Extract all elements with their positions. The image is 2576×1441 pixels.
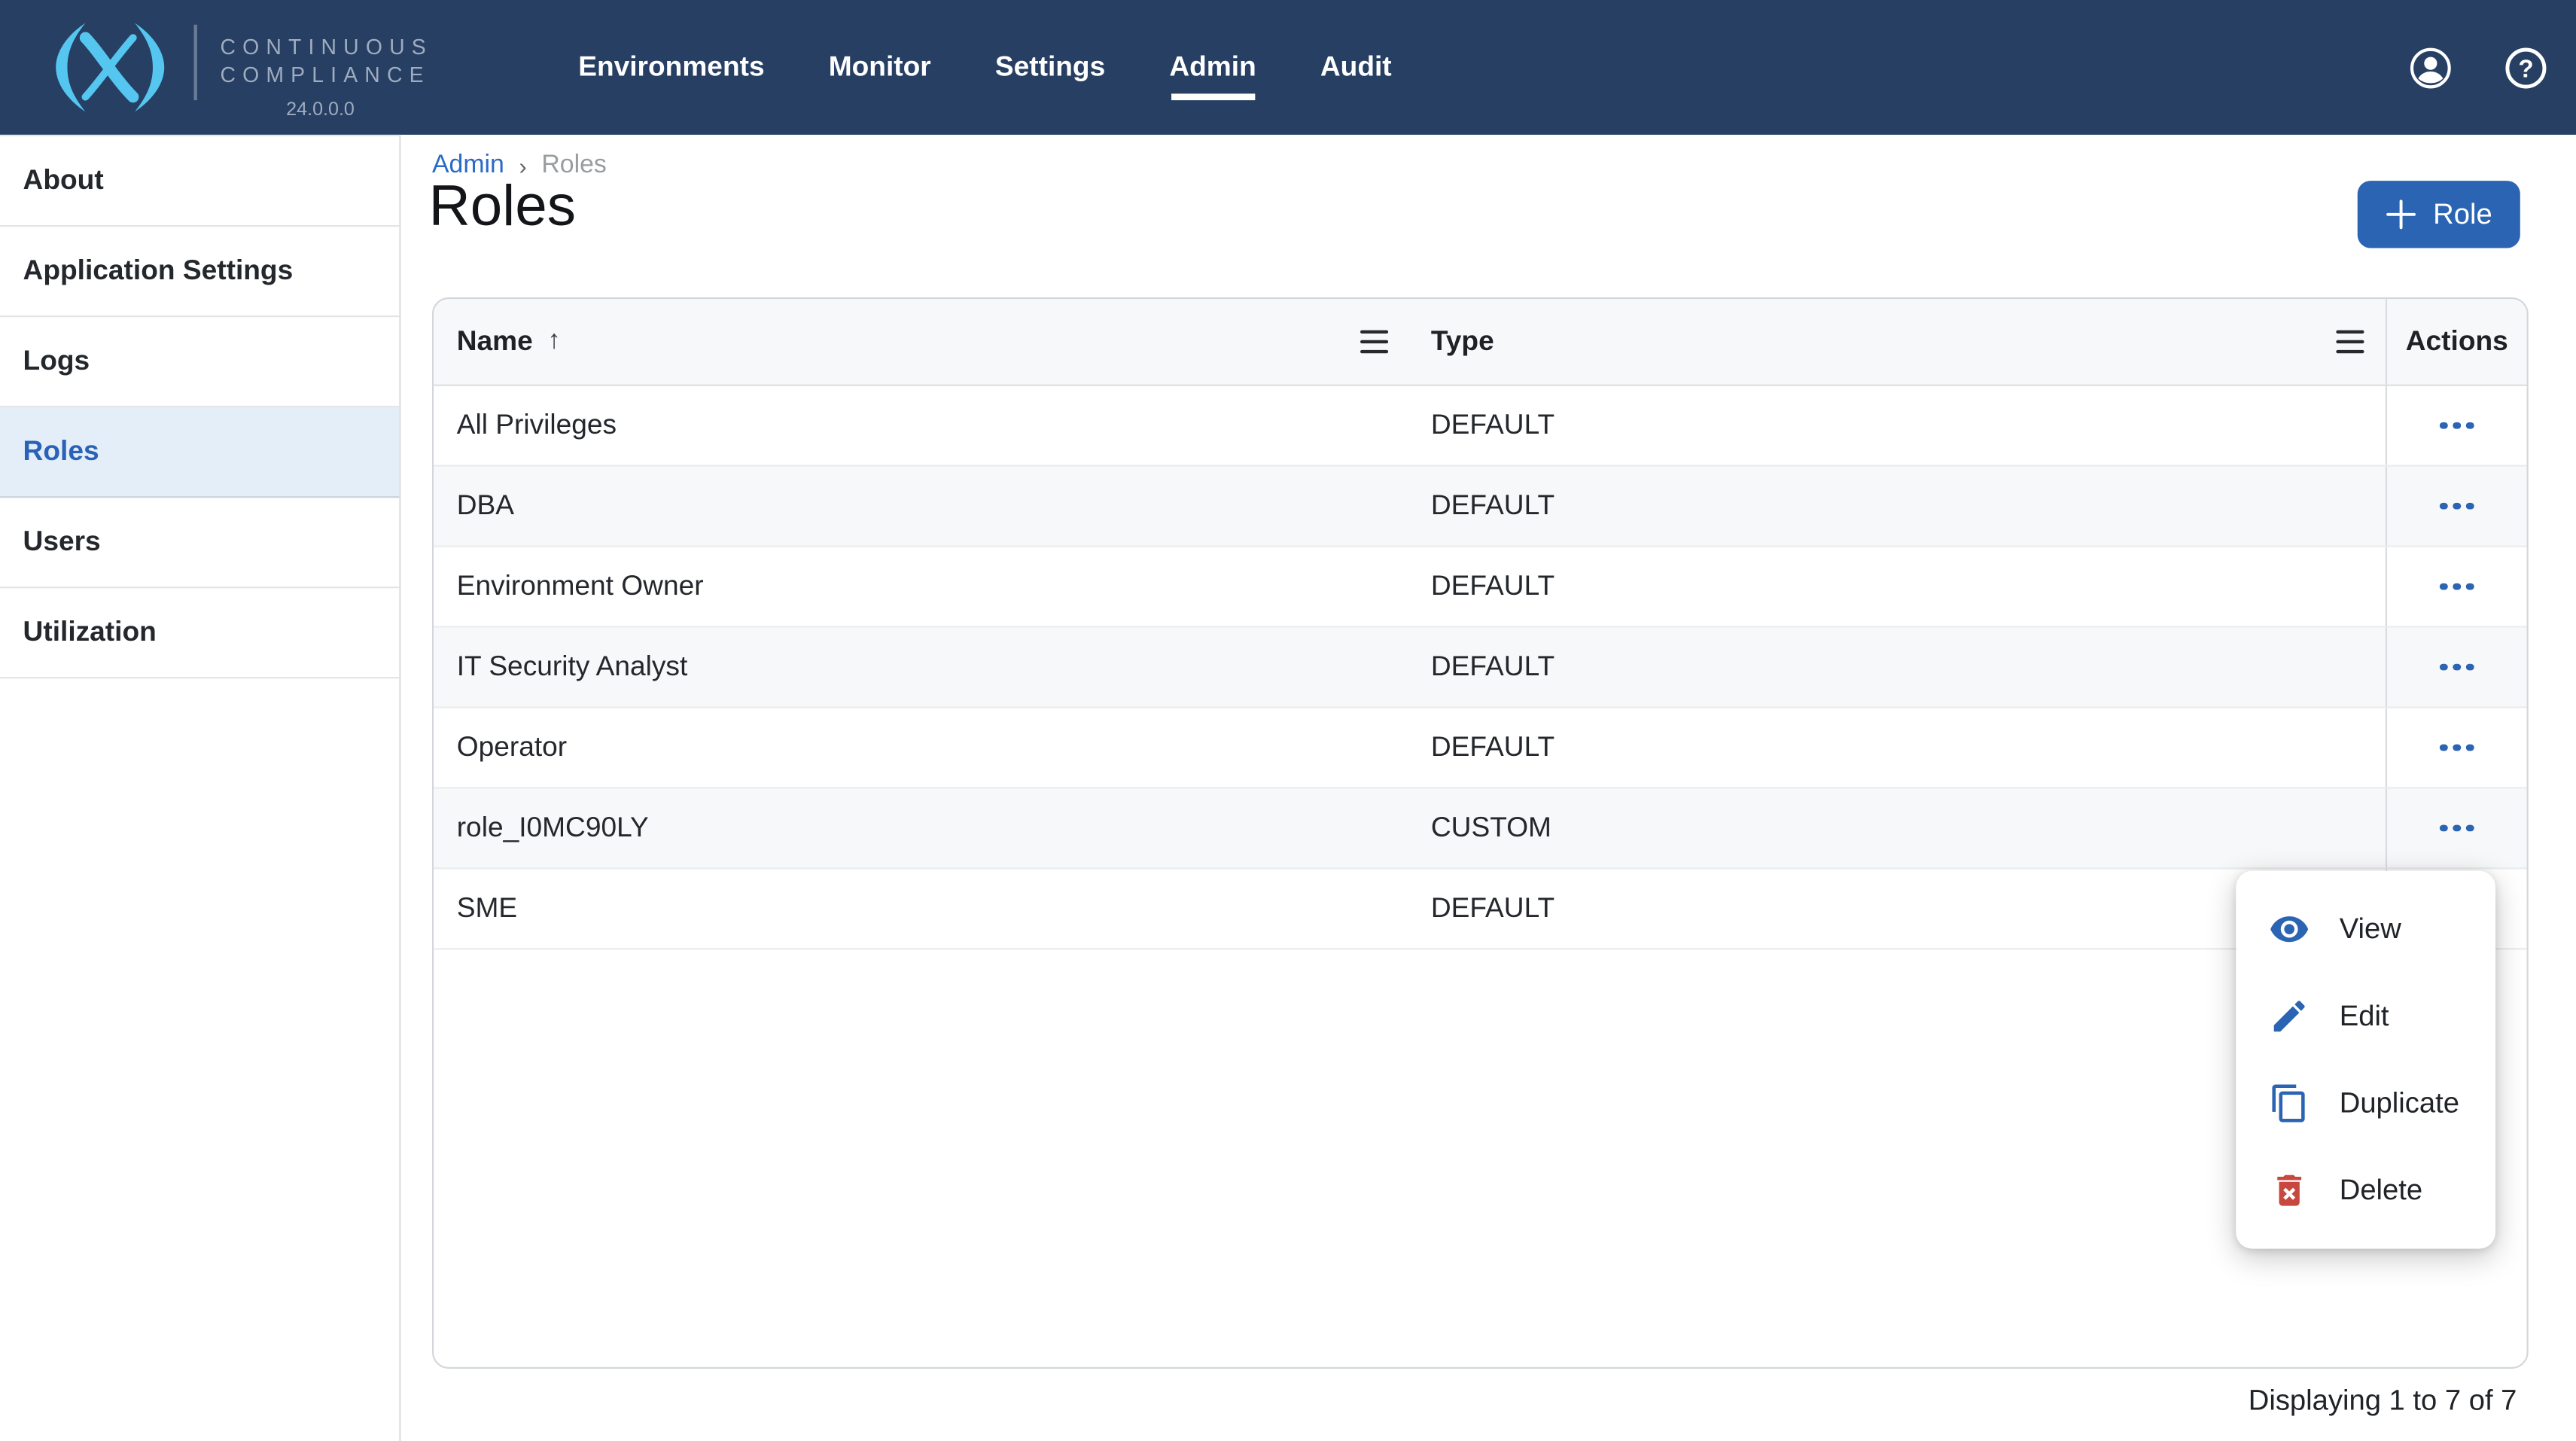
delphix-logo-icon: [49, 20, 170, 115]
table-row[interactable]: All Privileges DEFAULT: [434, 386, 2526, 467]
add-role-button-label: Role: [2433, 197, 2492, 232]
sidebar-item-roles[interactable]: Roles: [0, 407, 399, 498]
brand-divider: [194, 25, 196, 100]
nav-item-environments[interactable]: Environments: [578, 51, 764, 84]
menu-item-view[interactable]: View: [2236, 885, 2495, 973]
nav-item-monitor[interactable]: Monitor: [829, 51, 931, 84]
roles-table: Name ↑ Type Actions All Privileges DEFAU…: [432, 297, 2529, 1369]
column-header-type-label: Type: [1431, 325, 1494, 358]
column-header-actions: Actions: [2386, 299, 2527, 384]
table-row[interactable]: role_I0MC90LY CUSTOM: [434, 789, 2526, 870]
role-name-cell: IT Security Analyst: [434, 628, 1409, 707]
table-row[interactable]: SME DEFAULT: [434, 869, 2526, 949]
role-type-cell: CUSTOM: [1409, 789, 2385, 868]
sidebar-item-logs[interactable]: Logs: [0, 317, 399, 407]
column-header-type[interactable]: Type: [1409, 299, 2385, 384]
nav-item-audit[interactable]: Audit: [1320, 51, 1392, 84]
eye-icon: [2269, 909, 2310, 950]
menu-item-delete-label: Delete: [2340, 1173, 2422, 1208]
help-icon: ?: [2503, 45, 2547, 90]
nav-item-admin[interactable]: Admin: [1169, 51, 1256, 84]
role-type-cell: DEFAULT: [1409, 386, 2385, 465]
pencil-icon: [2269, 996, 2310, 1037]
trash-delete-icon: [2269, 1170, 2310, 1211]
menu-item-duplicate-label: Duplicate: [2340, 1086, 2459, 1121]
admin-sidebar: About Application Settings Logs Roles Us…: [0, 135, 401, 1441]
table-row[interactable]: Environment Owner DEFAULT: [434, 547, 2526, 628]
role-type-cell: DEFAULT: [1409, 628, 2385, 707]
column-header-name[interactable]: Name ↑: [434, 299, 1409, 384]
copy-icon: [2269, 1083, 2310, 1124]
role-name-cell: All Privileges: [434, 386, 1409, 465]
row-actions-menu: View Edit Duplicate Delete: [2236, 871, 2495, 1249]
row-actions-button[interactable]: [2429, 412, 2484, 440]
help-button[interactable]: ?: [2502, 44, 2548, 90]
menu-item-view-label: View: [2340, 912, 2401, 946]
nav-right-icons: ?: [2407, 0, 2548, 135]
row-actions-button[interactable]: [2429, 815, 2484, 842]
product-version: 24.0.0.0: [227, 100, 414, 120]
sidebar-item-utilization[interactable]: Utilization: [0, 588, 399, 678]
add-role-button[interactable]: Role: [2358, 181, 2520, 248]
row-actions-button[interactable]: [2429, 653, 2484, 681]
role-type-cell: DEFAULT: [1409, 467, 2385, 546]
role-name-cell: role_I0MC90LY: [434, 789, 1409, 868]
row-actions-button[interactable]: [2429, 734, 2484, 762]
svg-text:?: ?: [2517, 54, 2532, 82]
type-column-menu-icon[interactable]: [2336, 331, 2364, 353]
table-row[interactable]: DBA DEFAULT: [434, 467, 2526, 547]
table-row[interactable]: IT Security Analyst DEFAULT: [434, 628, 2526, 708]
column-header-actions-label: Actions: [2406, 325, 2508, 358]
user-avatar-button[interactable]: [2407, 44, 2453, 90]
role-type-cell: DEFAULT: [1409, 708, 2385, 788]
sort-ascending-icon: ↑: [547, 327, 560, 356]
sidebar-item-users[interactable]: Users: [0, 498, 399, 588]
product-name-line1: CONTINUOUS: [220, 35, 432, 62]
nav-item-settings[interactable]: Settings: [995, 51, 1105, 84]
role-type-cell: DEFAULT: [1409, 547, 2385, 626]
page-title: Roles: [429, 174, 576, 239]
row-actions-button[interactable]: [2429, 492, 2484, 520]
plus-icon: [2386, 199, 2416, 230]
app-window: CONTINUOUS COMPLIANCE 24.0.0.0 Environme…: [0, 0, 2576, 1441]
role-name-cell: SME: [434, 869, 1409, 948]
primary-nav: Environments Monitor Settings Admin Audi…: [578, 0, 1391, 135]
menu-item-edit[interactable]: Edit: [2236, 973, 2495, 1060]
table-row[interactable]: Operator DEFAULT: [434, 708, 2526, 789]
sidebar-item-application-settings[interactable]: Application Settings: [0, 227, 399, 317]
role-name-cell: DBA: [434, 467, 1409, 546]
menu-item-duplicate[interactable]: Duplicate: [2236, 1060, 2495, 1147]
column-header-name-label: Name: [457, 325, 533, 358]
sidebar-item-about[interactable]: About: [0, 136, 399, 227]
product-name-line2: COMPLIANCE: [220, 62, 432, 89]
role-name-cell: Operator: [434, 708, 1409, 788]
name-column-menu-icon[interactable]: [1360, 331, 1388, 353]
pagination-status: Displaying 1 to 7 of 7: [2249, 1384, 2517, 1418]
top-nav-bar: CONTINUOUS COMPLIANCE 24.0.0.0 Environme…: [0, 0, 2576, 135]
product-name: CONTINUOUS COMPLIANCE: [220, 35, 432, 89]
table-header-row: Name ↑ Type Actions: [434, 299, 2526, 386]
avatar-icon: [2407, 45, 2452, 90]
menu-item-edit-label: Edit: [2340, 999, 2389, 1034]
menu-item-delete[interactable]: Delete: [2236, 1147, 2495, 1234]
row-actions-button[interactable]: [2429, 573, 2484, 601]
role-name-cell: Environment Owner: [434, 547, 1409, 626]
